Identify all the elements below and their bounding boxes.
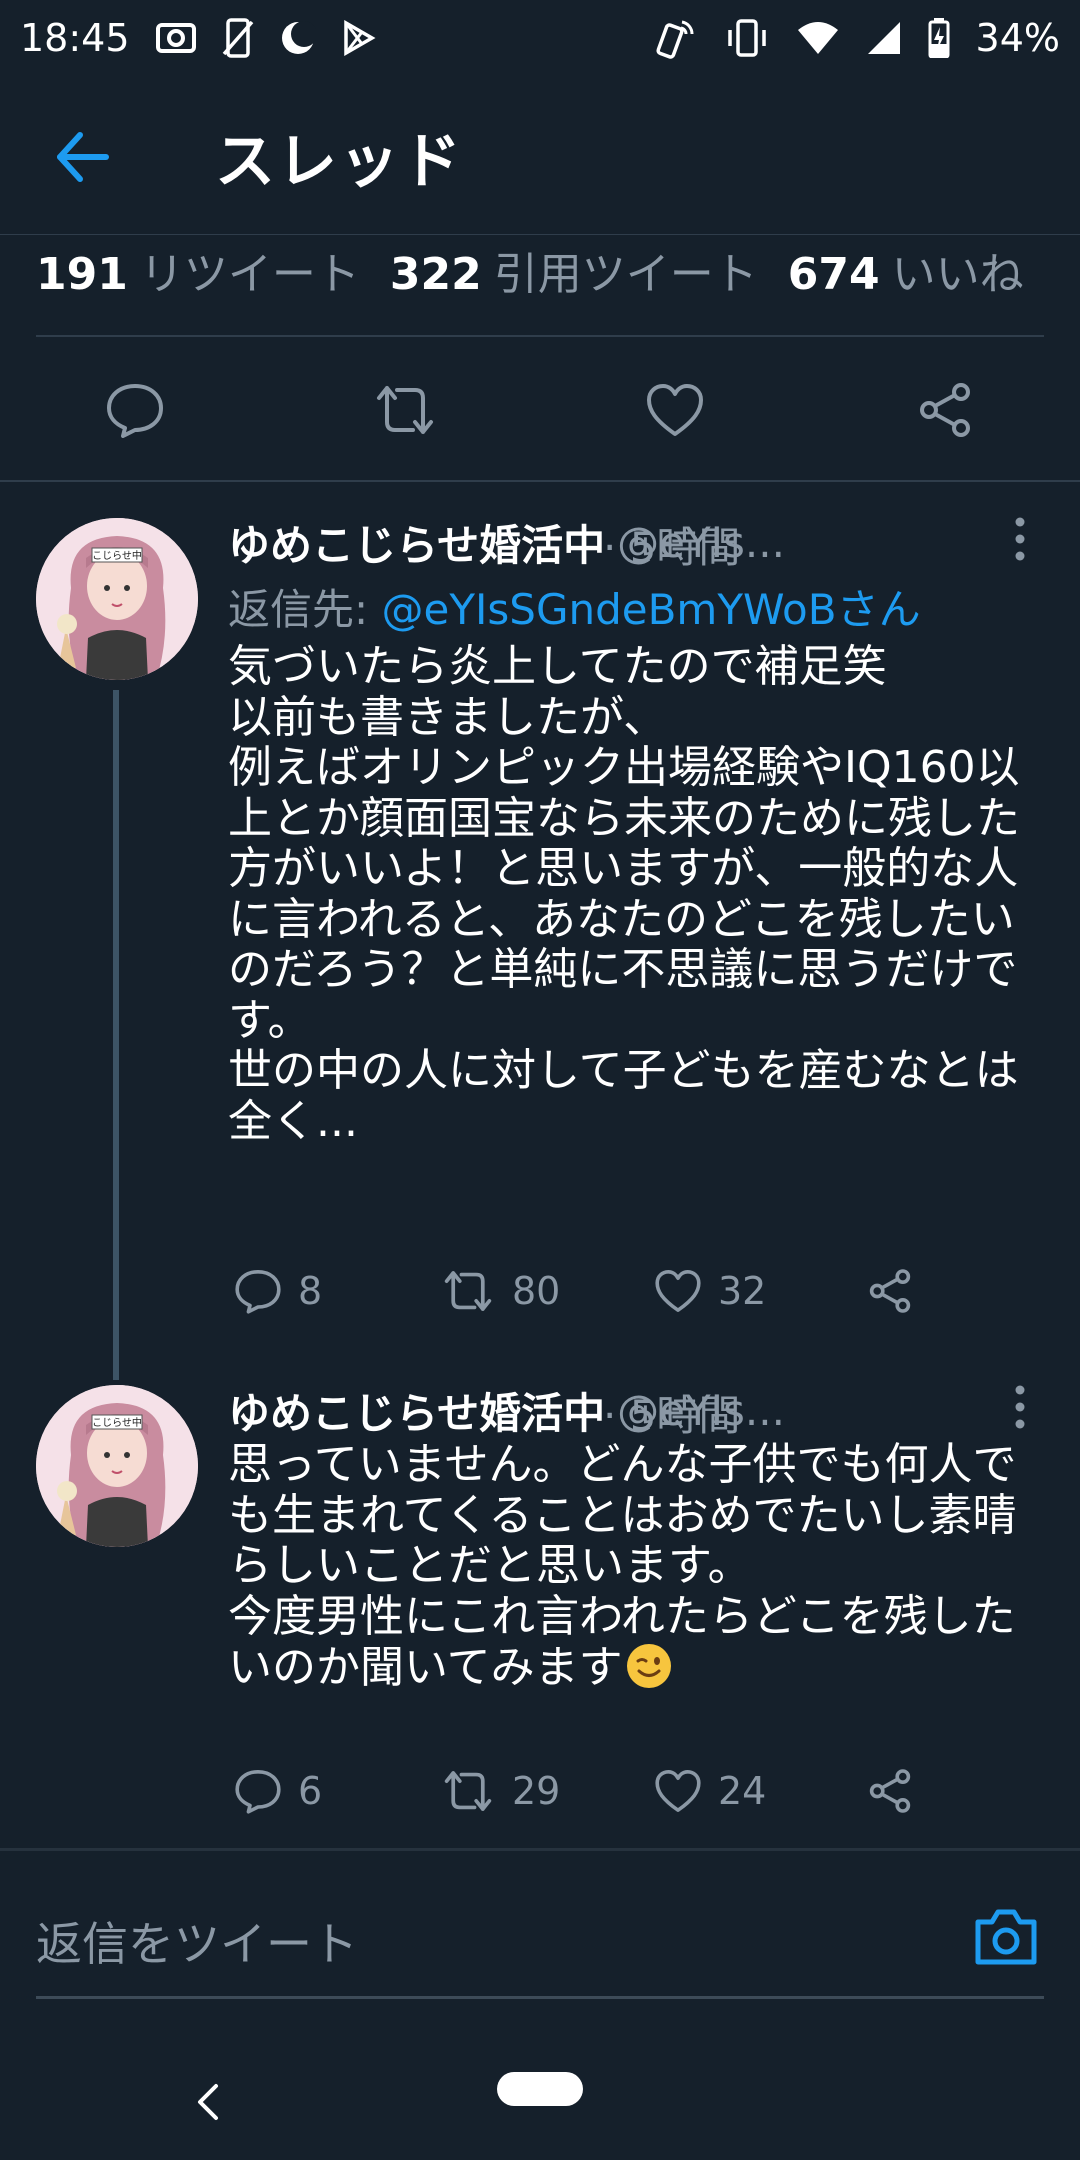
nav-back-icon[interactable]: [196, 2082, 220, 2122]
divider: [0, 1848, 1080, 1851]
avatar-badge-text: こじらせ中: [92, 549, 142, 562]
reply-button[interactable]: 6: [234, 1756, 322, 1826]
camera-button[interactable]: [972, 1906, 1040, 1968]
reply-count: 6: [298, 1769, 323, 1813]
share-button[interactable]: [866, 1256, 914, 1326]
wifi-icon: [797, 21, 838, 54]
share-button[interactable]: [866, 1756, 914, 1826]
retweet-count: 80: [512, 1269, 561, 1313]
compose-underline: [36, 1996, 1044, 1999]
page-title: スレッド: [215, 127, 463, 197]
retweets-label: リツイート: [139, 249, 360, 300]
nav-home-pill[interactable]: [497, 2072, 583, 2106]
do-not-disturb-icon: [281, 20, 316, 54]
share-button[interactable]: [905, 370, 985, 450]
tweet-text: 思っていません。どんな子供でも何人でも生まれてくることはおめでたいし素晴らしいこ…: [228, 1439, 1048, 1694]
battery-icon: [928, 17, 950, 58]
status-bar: 18:45 34%: [0, 0, 1080, 75]
retweet-icon: [444, 1271, 492, 1311]
tweet-actions: 8 80 32: [228, 1256, 948, 1326]
reply-icon: [107, 384, 163, 438]
winking-face-emoji-icon: [626, 1644, 671, 1688]
reply-button[interactable]: [95, 370, 175, 450]
reply-count: 8: [298, 1269, 323, 1313]
nfc-icon: [655, 20, 694, 59]
camera-icon: [155, 22, 196, 53]
likes-count: 674: [787, 249, 880, 300]
main-action-bar: [0, 370, 1080, 450]
avatar-badge-text: こじらせ中: [92, 1416, 142, 1429]
like-icon: [655, 1270, 701, 1312]
likes-stat[interactable]: 674 いいね: [788, 238, 1024, 302]
reply-button[interactable]: 8: [234, 1256, 322, 1326]
tweet-actions: 6 29 24: [228, 1756, 948, 1826]
reply-icon: [235, 1270, 281, 1314]
no-phone-icon: [222, 17, 253, 58]
author-name[interactable]: ゆめこじらせ婚活中: [228, 512, 605, 573]
retweet-button[interactable]: 29: [440, 1756, 560, 1826]
play-store-icon: [343, 19, 376, 56]
like-count: 32: [718, 1269, 767, 1313]
reply-compose-input[interactable]: 返信をツイート: [36, 1908, 358, 1974]
like-icon: [647, 384, 703, 436]
tweet-time: · 5時間: [603, 523, 741, 572]
avatar-illustration: こじらせ中: [36, 1385, 198, 1547]
like-button[interactable]: [635, 370, 715, 450]
header: スレッド: [0, 75, 1080, 235]
more-options-icon[interactable]: [1000, 514, 1040, 564]
avatar-illustration: こじらせ中: [36, 518, 198, 680]
share-icon: [920, 383, 970, 437]
divider: [0, 480, 1080, 482]
tweet-text: 気づいたら炎上してたので補足笑 以前も書きましたが、 例えばオリンピック出場経験…: [228, 641, 1020, 1147]
reply-to-link[interactable]: @eYIsSGndeBmYWoBさん: [382, 585, 921, 634]
avatar[interactable]: こじらせ中: [36, 1385, 198, 1547]
retweet-button[interactable]: [365, 370, 445, 450]
like-button[interactable]: 32: [654, 1256, 766, 1326]
reply-to-label: 返信先:: [228, 585, 369, 634]
arrow-left-icon: [57, 132, 109, 182]
retweet-icon: [444, 1771, 492, 1811]
quotes-stat[interactable]: 322 引用ツイート: [390, 238, 758, 302]
like-icon: [655, 1770, 701, 1812]
like-count: 24: [718, 1769, 767, 1813]
author-name[interactable]: ゆめこじらせ婚活中: [228, 1380, 605, 1441]
quotes-label: 引用ツイート: [493, 249, 758, 300]
retweet-count: 29: [512, 1769, 561, 1813]
quotes-count: 322: [389, 249, 482, 300]
signal-icon: [867, 21, 900, 54]
reply-icon: [235, 1770, 281, 1814]
more-options-icon[interactable]: [1000, 1382, 1040, 1432]
share-icon: [869, 1769, 911, 1813]
reply-to-line: 返信先: @eYIsSGndeBmYWoBさん: [228, 576, 921, 637]
like-button[interactable]: 24: [654, 1756, 766, 1826]
retweets-count: 191: [36, 249, 128, 300]
camera-icon: [975, 1909, 1037, 1965]
divider: [36, 335, 1044, 337]
likes-label: いいね: [891, 249, 1024, 300]
tweet-time: · 5時間: [603, 1391, 741, 1440]
share-icon: [869, 1269, 911, 1313]
retweets-stat[interactable]: 191 リツイート: [36, 238, 360, 302]
retweet-icon: [377, 386, 433, 434]
vibrate-icon: [727, 18, 766, 57]
back-button[interactable]: [50, 129, 114, 185]
retweet-button[interactable]: 80: [440, 1256, 560, 1326]
tweet-text-content: 思っていません。どんな子供でも何人でも生まれてくることはおめでたいし素晴らしいこ…: [228, 1439, 1017, 1693]
status-time: 18:45: [20, 15, 130, 60]
avatar[interactable]: こじらせ中: [36, 518, 198, 680]
thread-line: [113, 690, 119, 1380]
battery-percent: 34%: [975, 15, 1060, 60]
engagement-stats: 191 リツイート 322 引用ツイート 674 いいね: [36, 238, 1024, 302]
